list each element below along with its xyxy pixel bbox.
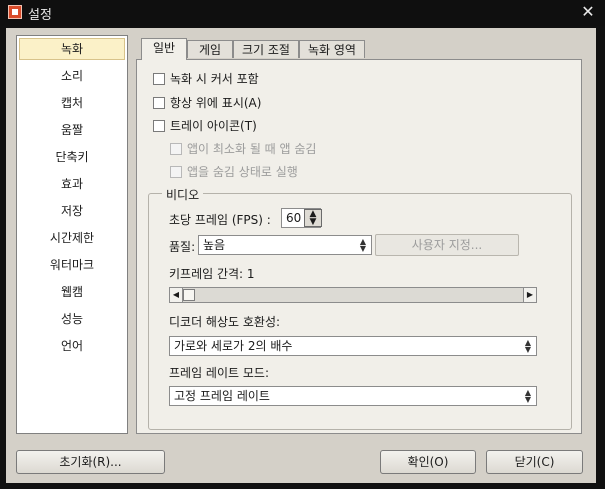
app-icon [8,5,22,19]
video-group-title: 비디오 [162,186,204,203]
tab-game[interactable]: 게임 [187,40,233,58]
tray-icon-checkbox[interactable]: 트레이 아이콘(T) [153,118,257,134]
combo-arrows-icon: ▲ ▼ [359,237,367,253]
category-list: 녹화 소리 캡처 움짤 단축키 효과 저장 시간제한 워터마크 웹캠 성능 언어 [16,35,128,434]
fps-value: 60 [286,211,302,225]
sidebar-item-webcam[interactable]: 웹캠 [17,281,127,308]
quality-select[interactable]: 높음 ▲ ▼ [198,235,372,255]
combo-arrows-icon: ▲ ▼ [524,388,532,404]
sidebar-item-label: 언어 [60,339,84,353]
sidebar-item-save[interactable]: 저장 [17,200,127,227]
sidebar-item-hotkeys[interactable]: 단축키 [17,146,127,173]
sidebar-item-label: 단축키 [55,150,89,164]
custom-quality-button[interactable]: 사용자 지정... [375,234,519,256]
checkbox-label: 앱을 숨김 상태로 실행 [187,165,298,179]
general-tab-panel: 녹화 시 커서 포함 항상 위에 표시(A) 트레이 아이콘(T) 앱이 최소화… [136,59,582,434]
sidebar-item-effects[interactable]: 효과 [17,173,127,200]
sidebar-item-performance[interactable]: 성능 [17,308,127,335]
decoder-compat-value: 가로와 세로가 2의 배수 [174,339,293,353]
sidebar-item-language[interactable]: 언어 [17,335,127,362]
start-hidden-checkbox[interactable]: 앱을 숨김 상태로 실행 [170,164,298,180]
always-on-top-checkbox[interactable]: 항상 위에 표시(A) [153,95,261,111]
checkbox-box[interactable] [170,143,182,155]
ok-button[interactable]: 확인(O) [380,450,476,474]
checkbox-box[interactable] [170,166,182,178]
combo-arrows-icon: ▲ ▼ [524,338,532,354]
include-cursor-checkbox[interactable]: 녹화 시 커서 포함 [153,71,259,87]
keyframe-label: 키프레임 간격: 1 [169,267,255,281]
video-group: 비디오 초당 프레임 (FPS) : 60 ▲ ▼ 품질: 높음 ▲ ▼ 사용자 지… [148,186,572,430]
sidebar-item-capture[interactable]: 캡처 [17,92,127,119]
sidebar-item-label: 시간제한 [49,231,95,245]
close-button[interactable]: 닫기(C) [486,450,583,474]
scroll-left-arrow-icon[interactable]: ◀ [170,288,183,302]
scroll-right-arrow-icon[interactable]: ▶ [523,288,536,302]
checkbox-label: 녹화 시 커서 포함 [170,72,259,86]
sidebar-item-label: 저장 [60,204,84,218]
checkbox-label: 항상 위에 표시(A) [170,96,262,110]
sidebar-item-label: 성능 [60,312,84,326]
decoder-compat-select[interactable]: 가로와 세로가 2의 배수 ▲ ▼ [169,336,537,356]
sidebar-item-watermark[interactable]: 워터마크 [17,254,127,281]
tab-general[interactable]: 일반 [141,38,187,60]
checkbox-label: 트레이 아이콘(T) [170,119,257,133]
quality-value: 높음 [203,238,226,252]
sidebar-item-gif[interactable]: 움짤 [17,119,127,146]
decoder-compat-label: 디코더 해상도 호환성: [169,315,281,329]
sidebar-item-label: 효과 [60,177,84,191]
checkbox-box[interactable] [153,97,165,109]
sidebar-item-sound[interactable]: 소리 [17,65,127,92]
sidebar-item-record[interactable]: 녹화 [19,38,125,60]
framerate-mode-label: 프레임 레이트 모드: [169,366,269,380]
sidebar-item-label: 움짤 [60,123,84,137]
reset-button[interactable]: 초기화(R)... [16,450,165,474]
checkbox-label: 앱이 최소화 될 때 앱 숨김 [187,142,317,156]
sidebar-item-label: 워터마크 [49,258,95,272]
sidebar-item-label: 소리 [60,69,84,83]
sidebar-item-time-limit[interactable]: 시간제한 [17,227,127,254]
tab-record-area[interactable]: 녹화 영역 [299,40,365,58]
fps-stepper[interactable]: ▲ ▼ [304,209,322,227]
checkbox-box[interactable] [153,120,165,132]
sidebar-item-label: 녹화 [60,42,84,56]
title-bar[interactable]: 설정 ✕ [0,0,605,26]
close-icon[interactable]: ✕ [579,3,597,21]
settings-window: 설정 ✕ 녹화 소리 캡처 움짤 단축키 효과 저장 시간제한 워터마크 웹캠 … [0,0,605,489]
sidebar-item-label: 웹캠 [60,285,84,299]
keyframe-slider-thumb[interactable] [183,289,195,301]
tab-resize[interactable]: 크기 조절 [233,40,299,58]
hide-when-minimized-checkbox[interactable]: 앱이 최소화 될 때 앱 숨김 [170,141,316,157]
checkbox-box[interactable] [153,73,165,85]
framerate-mode-value: 고정 프레임 레이트 [174,389,270,403]
fps-label: 초당 프레임 (FPS) : [169,213,271,227]
sidebar-item-label: 캡처 [60,96,84,110]
quality-label: 품질: [169,240,196,254]
framerate-mode-select[interactable]: 고정 프레임 레이트 ▲ ▼ [169,386,537,406]
keyframe-slider[interactable]: ◀ ▶ [169,287,537,303]
window-title: 설정 [28,8,52,23]
dialog-body: 녹화 소리 캡처 움짤 단축키 효과 저장 시간제한 워터마크 웹캠 성능 언어… [6,28,596,483]
